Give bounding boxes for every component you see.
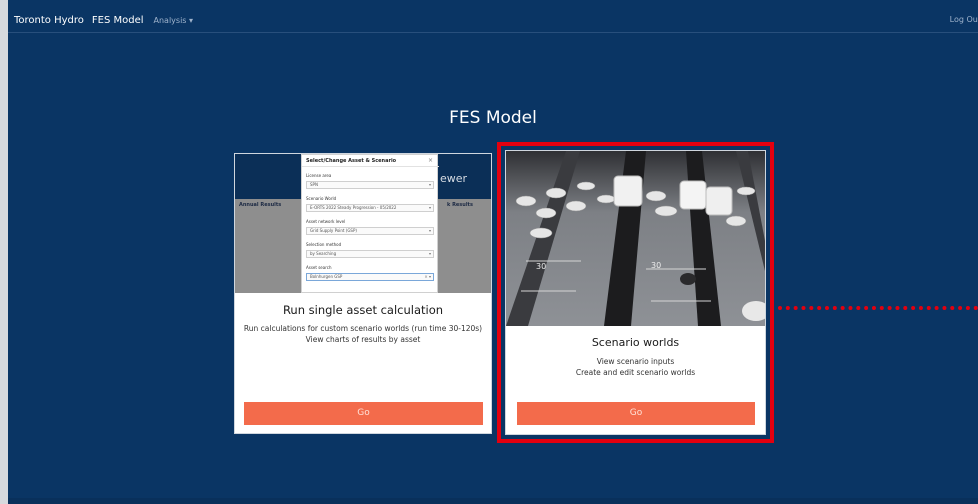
scale-label: 30 — [651, 261, 661, 270]
card-description: Run calculations for custom scenario wor… — [235, 323, 491, 345]
close-icon: × — [427, 157, 433, 164]
scenario-worlds-card: 30 30 Scenario worlds View scenario inpu… — [505, 150, 766, 435]
window-edge — [0, 0, 8, 504]
card-title: Run single asset calculation — [282, 303, 444, 317]
field-label: Asset search — [306, 265, 332, 270]
scenario-worlds-go-button[interactable]: Go — [517, 402, 755, 425]
field-label: Selection method — [306, 242, 342, 247]
chevron-down-icon: ▾ — [428, 228, 431, 233]
field-value: Grid Supply Point (GSP) — [310, 228, 357, 233]
preview-left-heading: Annual Results — [239, 202, 282, 208]
card-description-line: View scenario inputs — [596, 357, 675, 366]
app-name-link[interactable]: FES Model — [92, 15, 144, 26]
field-select: by Searching ▾ — [306, 250, 434, 258]
single-asset-preview-image: ewer Annual Results k Results Select/Cha… — [235, 154, 491, 293]
field-value: by Searching — [310, 251, 337, 256]
window-bottom-edge — [8, 498, 978, 504]
chevron-down-icon: ▾ — [428, 251, 431, 256]
field-value: Bolnhurgen GSP — [310, 274, 343, 279]
scale-label: 30 — [536, 262, 546, 271]
brand-link[interactable]: Toronto Hydro — [14, 15, 84, 26]
logout-link[interactable]: Log Out — [950, 15, 978, 24]
field-select: SPN ▾ — [306, 181, 434, 189]
dotted-connector — [778, 306, 978, 310]
preview-right-heading: k Results — [447, 202, 473, 208]
page-title: FES Model — [449, 108, 537, 128]
field-search: Bolnhurgen GSP × ▾ — [306, 273, 434, 281]
preview-modal: Select/Change Asset & Scenario × License… — [301, 154, 439, 293]
card-description-line: View charts of results by asset — [305, 335, 421, 344]
caret-down-icon: ▾ — [189, 15, 194, 25]
field-label: Scenario World — [306, 196, 337, 201]
preview-header-text: ewer — [440, 172, 468, 185]
card-description-line: Create and edit scenario worlds — [575, 368, 696, 377]
chevron-down-icon: ▾ — [428, 182, 431, 187]
navbar: Toronto Hydro FES Model Analysis ▾ Log O… — [8, 8, 978, 33]
modal-divider — [302, 166, 439, 167]
mixing-console-image: 30 30 — [506, 151, 765, 326]
analysis-dropdown-label: Analysis — [153, 15, 187, 25]
card-description: View scenario inputs Create and edit sce… — [506, 356, 765, 378]
field-label: License area — [306, 173, 332, 178]
analysis-dropdown[interactable]: Analysis ▾ — [154, 16, 194, 25]
chevron-down-icon: ▾ — [428, 205, 431, 210]
single-asset-go-button[interactable]: Go — [244, 402, 483, 425]
preview-modal-title: Select/Change Asset & Scenario — [306, 158, 397, 164]
mixing-console-illustration: 30 30 — [506, 151, 765, 326]
chevron-down-icon: × ▾ — [424, 274, 431, 279]
field-select: Grid Supply Point (GSP) ▾ — [306, 227, 434, 235]
field-value: SPN — [310, 182, 318, 187]
field-select: E-ORTS 2022 Steady Progression - 05/2022… — [306, 204, 434, 212]
field-value: E-ORTS 2022 Steady Progression - 05/2022 — [310, 205, 397, 210]
field-label: Asset network level — [306, 219, 346, 224]
card-description-line: Run calculations for custom scenario wor… — [243, 324, 483, 333]
single-asset-card: ewer Annual Results k Results Select/Cha… — [234, 153, 492, 434]
card-title: Scenario worlds — [591, 336, 680, 349]
